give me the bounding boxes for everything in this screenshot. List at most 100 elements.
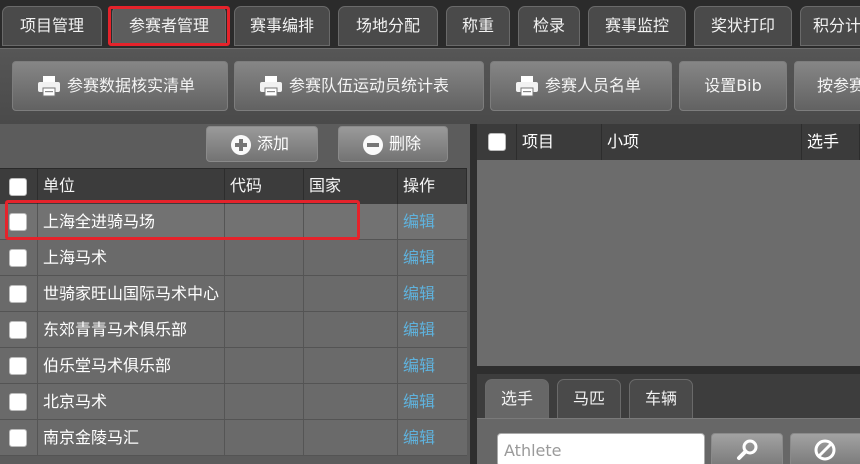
unit-country (304, 420, 398, 455)
edit-link[interactable]: 编辑 (398, 348, 467, 383)
tab-project-management[interactable]: 项目管理 (2, 6, 102, 46)
set-bib-button[interactable]: 设置Bib (679, 61, 787, 111)
unit-code (225, 384, 304, 419)
units-table-header: 单位 代码 国家 操作 (0, 168, 467, 204)
delete-label: 删除 (389, 134, 422, 153)
unit-code (225, 348, 304, 383)
tab-event-monitoring[interactable]: 赛事监控 (588, 6, 686, 46)
row-checkbox[interactable] (9, 321, 27, 339)
edit-link[interactable]: 编辑 (398, 312, 467, 347)
unit-name: 伯乐堂马术俱乐部 (38, 348, 225, 383)
column-header-sub-item[interactable]: 小项 (602, 124, 802, 160)
add-button[interactable]: 添加 (206, 126, 318, 162)
tab-certificate-printing[interactable]: 奖状打印 (694, 6, 792, 46)
tab-venue-allocation[interactable]: 场地分配 (338, 6, 438, 46)
unit-name: 东郊青青马术俱乐部 (38, 312, 225, 347)
detail-tabs-panel: 选手 马匹 车辆 (477, 374, 860, 464)
entries-table-header: 项目 小项 选手 (477, 124, 860, 160)
header-checkbox-cell (477, 124, 517, 160)
unit-code (225, 276, 304, 311)
unit-name: 世骑家旺山国际马术中心 (38, 276, 225, 311)
unit-name: 上海全进骑马场 (38, 204, 225, 239)
delete-button[interactable]: 删除 (338, 126, 448, 162)
entries-table-body (477, 160, 860, 366)
top-tab-bar: 项目管理 参赛者管理 赛事编排 场地分配 称重 检录 赛事监控 奖状打印 积分计 (0, 0, 860, 48)
row-checkbox[interactable] (9, 429, 27, 447)
report-toolbar: 参赛数据核实清单 参赛队伍运动员统计表 参赛人员名单 设置Bib 按参赛 (0, 48, 860, 124)
unit-country (304, 312, 398, 347)
tab-event-scheduling[interactable]: 赛事编排 (234, 6, 330, 46)
tab-weigh-in[interactable]: 称重 (446, 6, 510, 46)
row-checkbox[interactable] (9, 357, 27, 375)
tab-horse[interactable]: 马匹 (557, 379, 621, 419)
clear-button[interactable] (790, 433, 860, 464)
tab-check-in[interactable]: 检录 (518, 6, 580, 46)
team-athlete-stats-label: 参赛队伍运动员统计表 (289, 76, 450, 95)
plus-icon (231, 135, 251, 155)
table-row[interactable]: 上海马术 编辑 (0, 240, 467, 276)
entries-panel: 项目 小项 选手 选手 马匹 车辆 (477, 124, 860, 464)
edit-link[interactable]: 编辑 (398, 240, 467, 275)
table-row[interactable]: 上海全进骑马场 编辑 (0, 204, 467, 240)
select-all-checkbox[interactable] (9, 178, 27, 196)
unit-code (225, 420, 304, 455)
athlete-search-area (477, 418, 860, 464)
units-panel: 添加 删除 单位 代码 国家 操作 上海全进骑马场 编辑 上海马术 编辑 世骑家… (0, 124, 470, 464)
verification-list-label: 参赛数据核实清单 (67, 76, 196, 95)
printer-icon (38, 76, 60, 97)
unit-country (304, 240, 398, 275)
by-entry-button[interactable]: 按参赛 (794, 61, 860, 111)
unit-country (304, 348, 398, 383)
tab-points[interactable]: 积分计 (800, 6, 860, 46)
edit-link[interactable]: 编辑 (398, 276, 467, 311)
tab-vehicle[interactable]: 车辆 (629, 379, 693, 419)
printer-icon (260, 76, 282, 97)
unit-name: 南京金陵马汇 (38, 420, 225, 455)
row-checkbox[interactable] (9, 393, 27, 411)
panel-splitter[interactable] (470, 124, 477, 464)
team-athlete-stats-button[interactable]: 参赛队伍运动员统计表 (234, 61, 484, 111)
by-entry-label: 按参赛 (817, 76, 860, 95)
column-header-country[interactable]: 国家 (304, 169, 398, 204)
unit-name: 上海马术 (38, 240, 225, 275)
select-all-checkbox[interactable] (488, 133, 506, 151)
row-checkbox[interactable] (9, 285, 27, 303)
unit-code (225, 204, 304, 239)
verification-list-button[interactable]: 参赛数据核实清单 (12, 61, 228, 111)
printer-icon (516, 76, 538, 97)
edit-link[interactable]: 编辑 (398, 384, 467, 419)
edit-link[interactable]: 编辑 (398, 420, 467, 455)
table-row[interactable]: 北京马术 编辑 (0, 384, 467, 420)
add-label: 添加 (257, 134, 290, 153)
search-button[interactable] (711, 433, 783, 464)
unit-name: 北京马术 (38, 384, 225, 419)
set-bib-label: 设置Bib (704, 76, 762, 95)
panel-splitter-horizontal[interactable] (477, 366, 860, 374)
participant-list-button[interactable]: 参赛人员名单 (490, 61, 672, 111)
tab-athlete[interactable]: 选手 (485, 379, 549, 419)
unit-country (304, 276, 398, 311)
unit-code (225, 312, 304, 347)
search-icon (737, 439, 758, 460)
ban-icon (814, 439, 836, 461)
tab-participant-management[interactable]: 参赛者管理 (112, 6, 226, 46)
table-row[interactable]: 东郊青青马术俱乐部 编辑 (0, 312, 467, 348)
unit-country (304, 204, 398, 239)
athlete-search-input[interactable] (497, 433, 705, 464)
table-row[interactable]: 伯乐堂马术俱乐部 编辑 (0, 348, 467, 384)
participant-list-label: 参赛人员名单 (545, 76, 642, 95)
header-checkbox-cell (0, 169, 38, 204)
minus-icon (363, 135, 383, 155)
unit-country (304, 384, 398, 419)
row-checkbox[interactable] (9, 213, 27, 231)
column-header-project[interactable]: 项目 (517, 124, 602, 160)
column-header-unit[interactable]: 单位 (38, 169, 225, 204)
column-header-athlete[interactable]: 选手 (802, 124, 860, 160)
unit-code (225, 240, 304, 275)
row-checkbox[interactable] (9, 249, 27, 267)
table-row[interactable]: 南京金陵马汇 编辑 (0, 420, 467, 456)
edit-link[interactable]: 编辑 (398, 204, 467, 239)
column-header-action: 操作 (398, 169, 467, 204)
column-header-code[interactable]: 代码 (225, 169, 304, 204)
table-row[interactable]: 世骑家旺山国际马术中心 编辑 (0, 276, 467, 312)
